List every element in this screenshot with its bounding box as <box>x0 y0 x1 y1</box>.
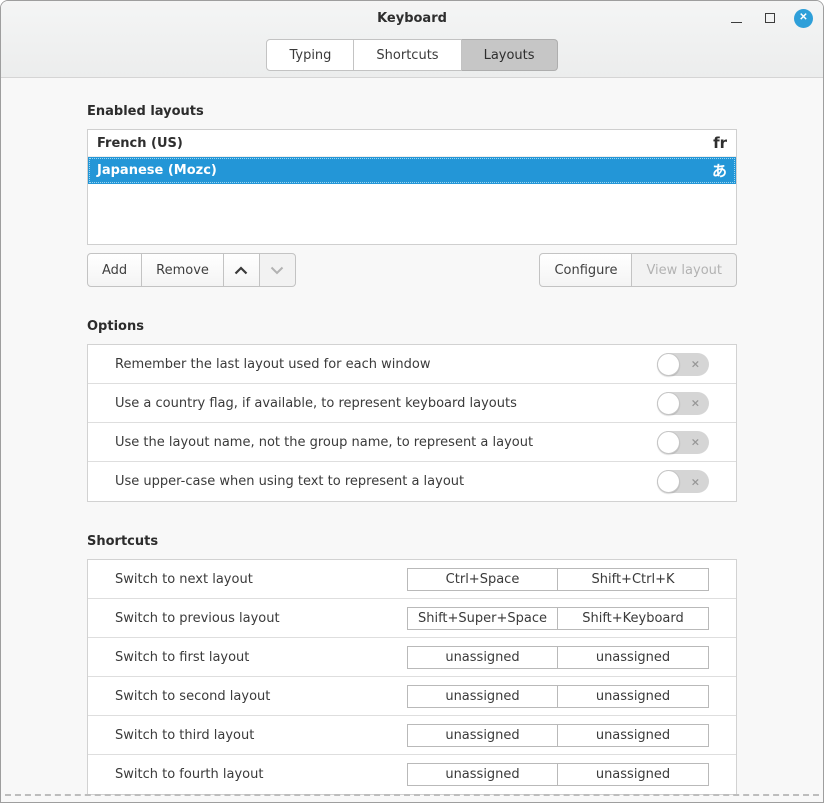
shortcut-binding-button[interactable]: unassigned <box>407 646 558 669</box>
option-label: Use a country flag, if available, to rep… <box>115 396 657 411</box>
layout-name: French (US) <box>97 136 713 151</box>
shortcut-row-second-layout: Switch to second layout unassigned unass… <box>88 677 736 716</box>
tab-layouts[interactable]: Layouts <box>462 39 558 71</box>
shortcut-row-first-layout: Switch to first layout unassigned unassi… <box>88 638 736 677</box>
layout-name: Japanese (Mozc) <box>97 163 712 178</box>
shortcut-label: Switch to fourth layout <box>115 767 407 782</box>
toggle-switch-country-flag[interactable]: × <box>657 392 709 415</box>
options-heading: Options <box>87 319 737 334</box>
toggle-switch-layout-name[interactable]: × <box>657 431 709 454</box>
tab-typing[interactable]: Typing <box>266 39 354 71</box>
remove-layout-button[interactable]: Remove <box>142 253 224 287</box>
toggle-knob <box>657 392 680 415</box>
toggle-knob <box>657 353 680 376</box>
option-row-country-flag: Use a country flag, if available, to rep… <box>88 384 736 423</box>
window-header: Keyboard ✕ Typing Shortcuts Layouts <box>1 1 823 78</box>
shortcut-row-next-layout: Switch to next layout Ctrl+Space Shift+C… <box>88 560 736 599</box>
shortcut-row-third-layout: Switch to third layout unassigned unassi… <box>88 716 736 755</box>
shortcut-row-previous-layout: Switch to previous layout Shift+Super+Sp… <box>88 599 736 638</box>
shortcut-binding-button[interactable]: unassigned <box>558 763 709 786</box>
tab-shortcuts[interactable]: Shortcuts <box>354 39 461 71</box>
shortcut-binding-button[interactable]: Shift+Ctrl+K <box>558 568 709 591</box>
scroll-undershoot-indicator <box>5 794 819 796</box>
toggle-switch-remember-layout[interactable]: × <box>657 353 709 376</box>
shortcut-binding-button[interactable]: unassigned <box>407 763 558 786</box>
window-controls: ✕ <box>726 1 813 35</box>
layout-indicator: fr <box>713 134 727 152</box>
shortcut-row-fourth-layout: Switch to fourth layout unassigned unass… <box>88 755 736 794</box>
toggle-off-icon: × <box>691 359 700 370</box>
shortcut-binding-button[interactable]: Shift+Super+Space <box>407 607 558 630</box>
layouts-tab-content: Enabled layouts French (US) fr Japanese … <box>1 78 823 802</box>
shortcut-binding-button[interactable]: unassigned <box>407 685 558 708</box>
layouts-toolbar: Add Remove Configure View layout <box>87 253 737 287</box>
configure-button[interactable]: Configure <box>539 253 632 287</box>
toggle-off-icon: × <box>691 437 700 448</box>
layout-indicator: あ <box>712 160 727 181</box>
chevron-down-icon <box>270 266 284 275</box>
option-label: Remember the last layout used for each w… <box>115 357 657 372</box>
minimize-icon <box>731 22 742 23</box>
shortcut-binding-button[interactable]: Shift+Keyboard <box>558 607 709 630</box>
toggle-off-icon: × <box>691 398 700 409</box>
close-icon: ✕ <box>799 13 807 23</box>
shortcut-label: Switch to first layout <box>115 650 407 665</box>
close-button[interactable]: ✕ <box>794 9 813 28</box>
option-row-layout-name: Use the layout name, not the group name,… <box>88 423 736 462</box>
maximize-button[interactable] <box>760 8 780 28</box>
shortcuts-heading: Shortcuts <box>87 534 737 549</box>
shortcut-binding-button[interactable]: unassigned <box>558 724 709 747</box>
shortcut-binding-button[interactable]: unassigned <box>558 685 709 708</box>
layout-list-item-japanese[interactable]: Japanese (Mozc) あ <box>88 157 736 184</box>
option-label: Use upper-case when using text to repres… <box>115 474 657 489</box>
shortcut-binding-button[interactable]: unassigned <box>407 724 558 747</box>
chevron-up-icon <box>234 266 248 275</box>
toggle-off-icon: × <box>691 476 700 487</box>
move-down-button[interactable] <box>260 253 296 287</box>
shortcut-label: Switch to third layout <box>115 728 407 743</box>
toggle-switch-upper-case[interactable]: × <box>657 470 709 493</box>
window-title: Keyboard <box>377 11 447 26</box>
tab-bar: Typing Shortcuts Layouts <box>1 39 823 71</box>
keyboard-settings-window: Keyboard ✕ Typing Shortcuts Layouts Enab… <box>0 0 824 803</box>
option-label: Use the layout name, not the group name,… <box>115 435 657 450</box>
shortcut-label: Switch to previous layout <box>115 611 407 626</box>
view-layout-button[interactable]: View layout <box>632 253 737 287</box>
shortcuts-panel: Switch to next layout Ctrl+Space Shift+C… <box>87 559 737 795</box>
toggle-knob <box>657 431 680 454</box>
minimize-button[interactable] <box>726 8 746 28</box>
option-row-remember-layout: Remember the last layout used for each w… <box>88 345 736 384</box>
maximize-icon <box>765 13 775 23</box>
add-layout-button[interactable]: Add <box>87 253 142 287</box>
toggle-knob <box>657 470 680 493</box>
option-row-upper-case: Use upper-case when using text to repres… <box>88 462 736 501</box>
shortcut-binding-button[interactable]: unassigned <box>558 646 709 669</box>
shortcut-label: Switch to second layout <box>115 689 407 704</box>
layout-list-item-french[interactable]: French (US) fr <box>88 130 736 157</box>
enabled-layouts-heading: Enabled layouts <box>87 104 737 119</box>
move-up-button[interactable] <box>224 253 260 287</box>
shortcut-label: Switch to next layout <box>115 572 407 587</box>
shortcut-binding-button[interactable]: Ctrl+Space <box>407 568 558 591</box>
titlebar[interactable]: Keyboard ✕ <box>1 1 823 35</box>
options-panel: Remember the last layout used for each w… <box>87 344 737 502</box>
enabled-layouts-list: French (US) fr Japanese (Mozc) あ <box>87 129 737 245</box>
